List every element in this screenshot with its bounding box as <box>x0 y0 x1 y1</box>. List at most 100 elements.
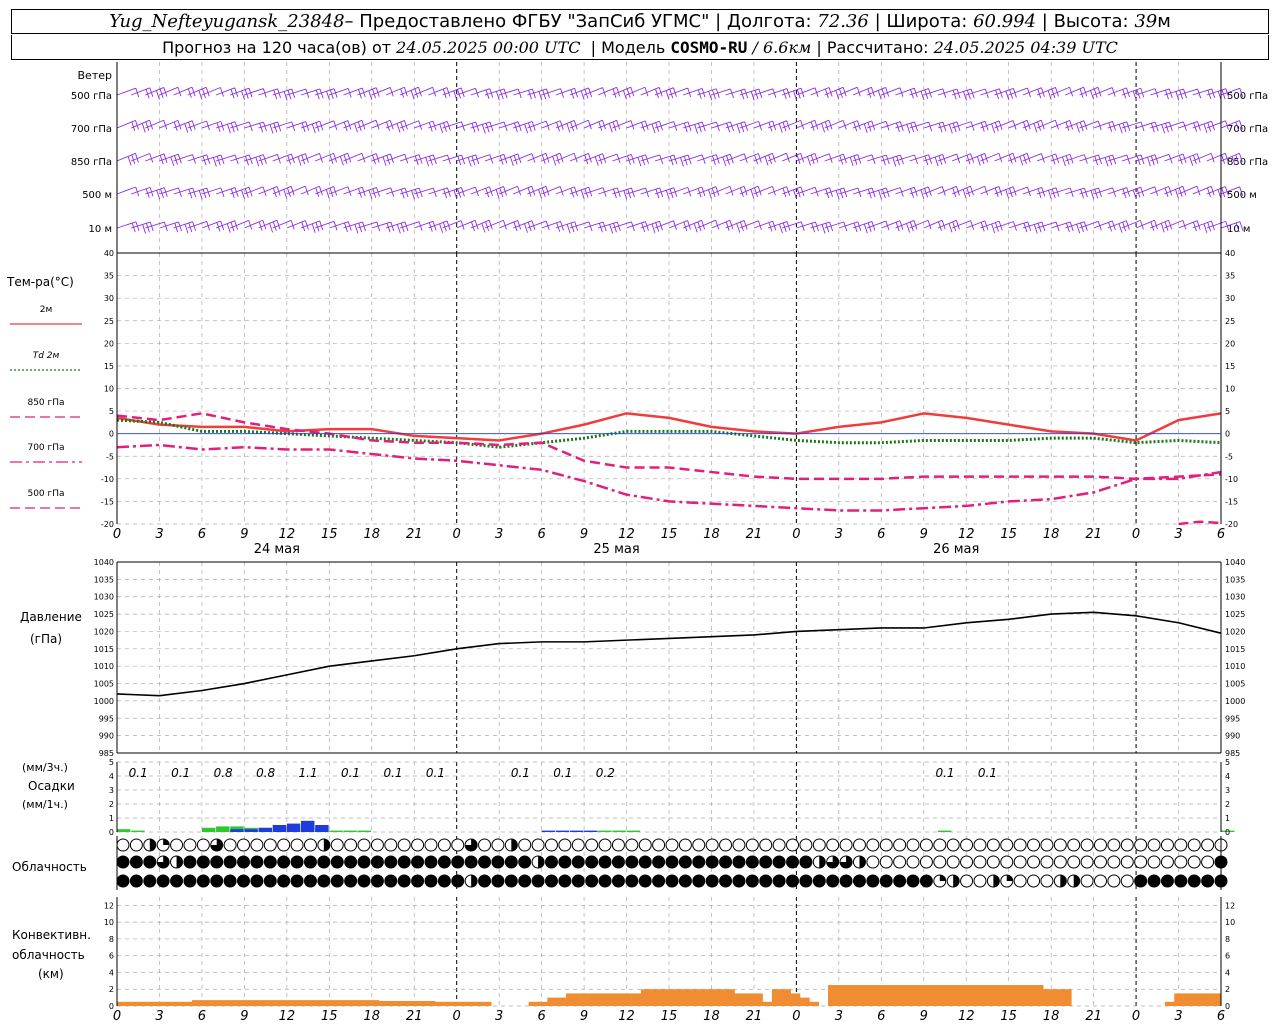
hour-tick-label: 18 <box>1043 527 1060 542</box>
cloud-symbol <box>571 838 585 852</box>
cloud-symbol <box>772 874 786 888</box>
cloud-symbol <box>223 855 237 869</box>
wind-barb <box>484 219 507 230</box>
conv-axis-tick: 10 <box>104 918 114 927</box>
cloud-symbol <box>986 855 1000 869</box>
wind-level-label: 700 гПа <box>1227 124 1268 135</box>
cloud-symbol <box>558 855 572 869</box>
wind-barb <box>357 119 380 130</box>
cloud-symbol <box>370 838 384 852</box>
conv-bar <box>594 993 604 1006</box>
conv-bar <box>1164 1001 1175 1006</box>
wind-barb <box>739 153 762 165</box>
precip-3h-label: 0.1 <box>171 766 190 780</box>
hour-tick-label: 21 <box>746 1009 763 1024</box>
conv-bar <box>912 985 922 1006</box>
precip-axis-tick: 3 <box>109 786 114 795</box>
hour-tick-label: 21 <box>746 527 763 542</box>
legend-label: 700 гПа <box>27 443 64 453</box>
cloud-symbol <box>411 855 425 869</box>
conv-bar <box>247 1000 258 1006</box>
cloud-symbol <box>1187 838 1201 852</box>
temp-axis-tick: -15 <box>101 497 114 506</box>
wind-title: Ветер <box>78 69 112 82</box>
wind-barb <box>937 185 960 198</box>
cloud-symbol <box>1053 838 1067 852</box>
wind-barb <box>640 120 663 134</box>
cloud-symbol <box>263 855 277 869</box>
wind-barb <box>173 221 197 234</box>
cloud-symbol <box>705 874 719 888</box>
conv-bar <box>1052 989 1063 1006</box>
cloud-symbol <box>745 838 759 852</box>
conv-axis-tick: 8 <box>109 935 114 944</box>
conv-bar <box>846 985 857 1006</box>
cloud-symbol <box>665 874 679 888</box>
cloud-symbol <box>1040 874 1054 888</box>
wind-barb <box>1065 187 1088 199</box>
pressure-axis-tick: 990 <box>1225 732 1240 741</box>
cloud-symbol <box>344 874 358 888</box>
wind-barb <box>131 221 154 234</box>
cloud-symbol <box>638 874 652 888</box>
wind-barb <box>1192 152 1215 163</box>
wind-barb <box>1079 187 1102 200</box>
wind-barb <box>230 219 253 230</box>
precipitation-layer: 0.1 0.1 0.8 0.8 1.1 0.1 0.1 0.1 0.1 0.1 0.2 0.1 0.1 <box>117 766 1235 832</box>
wind-barb <box>428 187 451 199</box>
conv-bar <box>304 1000 314 1006</box>
wind-barb <box>923 121 947 133</box>
cloud-symbol <box>1000 874 1014 888</box>
wind-barb <box>1164 88 1187 101</box>
wind-barb <box>385 187 409 199</box>
cloud-symbol <box>451 874 465 888</box>
cloud-symbol <box>973 855 987 869</box>
cloud-symbol <box>143 874 157 888</box>
cloud-cover-layer <box>116 838 1228 888</box>
cloud-symbol <box>946 855 960 869</box>
cloud-symbol <box>1093 874 1107 888</box>
precip-3h-label: 0.1 <box>341 766 360 780</box>
cloud-title: Облачность <box>12 860 87 874</box>
legend-label: 500 гПа <box>27 489 64 499</box>
cloud-symbol <box>852 855 866 869</box>
precip-3h-label: 0.1 <box>553 766 572 780</box>
temp-axis-tick: 5 <box>1225 407 1230 416</box>
wind-barb <box>1178 185 1201 196</box>
conv-axis-tick: 6 <box>1225 952 1230 961</box>
cloud-symbol <box>544 874 558 888</box>
wind-barb <box>937 88 961 100</box>
conv-axis-tick: 2 <box>109 985 114 994</box>
wind-barb <box>499 121 522 133</box>
wind-barb <box>824 119 847 130</box>
conv-bar <box>650 989 660 1006</box>
cloud-symbol <box>330 874 344 888</box>
wind-barb <box>399 187 423 200</box>
cloud-symbol <box>772 855 786 869</box>
cloud-symbol <box>237 874 251 888</box>
cloud-symbol <box>170 874 184 888</box>
hour-tick-label: 0 <box>113 1009 121 1024</box>
cloud-symbol <box>384 874 398 888</box>
wind-barb <box>1008 119 1031 132</box>
cloud-symbol <box>960 838 974 852</box>
pressure-axis-tick: 1035 <box>1225 575 1245 584</box>
cloud-symbol <box>143 838 157 852</box>
precip-3h-label: 0.1 <box>383 766 402 780</box>
cloud-symbol <box>558 874 572 888</box>
precip-bar-green <box>117 829 131 832</box>
wind-barb <box>244 219 267 231</box>
wind-barb <box>966 185 989 196</box>
pressure-axis-tick: 1010 <box>1225 662 1245 671</box>
wind-barb <box>300 185 323 197</box>
hour-tick-label: 6 <box>198 527 206 542</box>
cloud-symbol <box>598 874 612 888</box>
day-label: 26 мая <box>933 542 979 557</box>
wind-barb <box>796 221 819 233</box>
hour-tick-label: 18 <box>703 1009 720 1024</box>
wind-barb <box>697 219 720 230</box>
cloud-symbol <box>116 855 130 869</box>
conv-axis-tick: 4 <box>1225 968 1230 977</box>
conv-bar <box>874 985 885 1006</box>
hour-tick-label: 12 <box>279 1009 296 1024</box>
